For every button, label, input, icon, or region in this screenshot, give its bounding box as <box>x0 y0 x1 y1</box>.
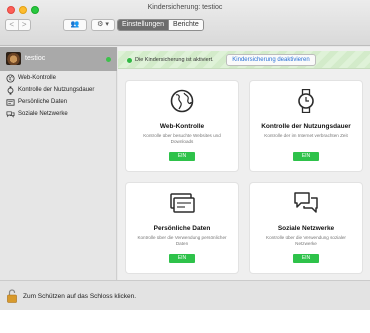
title-bar: Kindersicherung: testioc < > 👥 ⚙ ▾ Einst… <box>0 0 370 46</box>
sidebar-item-label: Soziale Netzwerke <box>18 111 68 117</box>
globe-icon <box>6 73 15 83</box>
sidebar-item-label: Kontrolle der Nutzungsdauer <box>18 87 95 93</box>
ein-button[interactable]: EIN <box>169 254 195 263</box>
ein-button[interactable]: EIN <box>293 254 319 263</box>
users-icon[interactable]: 👥 <box>63 19 87 31</box>
parental-control-window: Kindersicherung: testioc < > 👥 ⚙ ▾ Einst… <box>0 0 370 310</box>
chevron-left-icon[interactable]: < <box>6 20 18 30</box>
card-title: Persönliche Daten <box>153 225 211 232</box>
close-window-button[interactable] <box>7 6 15 14</box>
card-description: Kontrolle der im Internet verbrachten Ze… <box>264 133 348 138</box>
status-text: Die Kindersicherung ist aktiviert. <box>135 57 214 63</box>
gear-menu-button[interactable]: ⚙ ▾ <box>91 19 115 31</box>
lock-icon[interactable] <box>7 289 17 303</box>
status-dot <box>127 58 132 63</box>
footer: Zum Schützen auf das Schloss klicken. <box>0 280 370 310</box>
card-nutzungsdauer[interactable]: Kontrolle der Nutzungsdauer Kontrolle de… <box>250 81 362 171</box>
window-title: Kindersicherung: testioc <box>147 4 223 11</box>
ein-button[interactable]: EIN <box>169 152 195 161</box>
card-title: Kontrolle der Nutzungsdauer <box>261 123 351 130</box>
deactivate-button[interactable]: Kindersicherung deaktivieren <box>226 54 316 66</box>
card-title: Web-Kontrolle <box>159 123 205 130</box>
globe-icon <box>170 89 194 113</box>
footer-text: Zum Schützen auf das Schloss klicken. <box>23 293 137 300</box>
sidebar-item-nutzungsdauer[interactable]: Kontrolle der Nutzungsdauer <box>6 85 94 95</box>
chat-icon <box>294 192 318 213</box>
watch-icon <box>7 85 14 95</box>
card-description: Kontrolle über die Verwendung persönlich… <box>137 235 227 246</box>
tab-einstellungen[interactable]: Einstellungen <box>118 20 169 30</box>
card-icon <box>170 193 195 213</box>
minimize-window-button[interactable] <box>19 6 27 14</box>
sidebar-item-label: Persönliche Daten <box>18 99 68 105</box>
sidebar-item-label: Web-Kontrolle <box>18 75 56 81</box>
tab-berichte[interactable]: Berichte <box>168 20 203 30</box>
view-tabs: Einstellungen Berichte <box>117 19 204 31</box>
main-content: Die Kindersicherung ist aktiviert. Kinde… <box>118 47 370 280</box>
zoom-window-button[interactable] <box>31 6 39 14</box>
status-dot <box>106 57 111 62</box>
sidebar-item-web-kontrolle[interactable]: Web-Kontrolle <box>6 73 56 83</box>
sidebar-user-testioc[interactable]: testioc <box>0 47 117 71</box>
navigation-buttons: < > <box>5 19 31 31</box>
sidebar-item-persoenliche-daten[interactable]: Persönliche Daten <box>6 97 67 107</box>
card-web-kontrolle[interactable]: Web-Kontrolle Kontrolle über besuchte We… <box>126 81 238 171</box>
avatar <box>6 52 21 65</box>
chevron-right-icon[interactable]: > <box>17 20 31 30</box>
sidebar: testioc Web-Kontrolle Kontrolle der Nutz… <box>0 47 117 280</box>
user-name: testioc <box>25 55 46 62</box>
watch-icon <box>298 89 314 113</box>
ein-button[interactable]: EIN <box>293 152 319 161</box>
card-soziale-netzwerke[interactable]: Soziale Netzwerke Kontrolle über die Ver… <box>250 183 362 273</box>
card-title: Soziale Netzwerke <box>277 225 335 232</box>
card-persoenliche-daten[interactable]: Persönliche Daten Kontrolle über die Ver… <box>126 183 238 273</box>
status-banner: Die Kindersicherung ist aktiviert. Kinde… <box>118 51 370 69</box>
card-icon <box>6 98 15 106</box>
card-description: Kontrolle über die Verwendung sozialer N… <box>266 235 346 246</box>
sidebar-item-soziale-netzwerke[interactable]: Soziale Netzwerke <box>6 109 68 119</box>
chat-icon <box>6 110 15 118</box>
card-description: Kontrolle über besuchte Websites und Dow… <box>143 133 221 144</box>
